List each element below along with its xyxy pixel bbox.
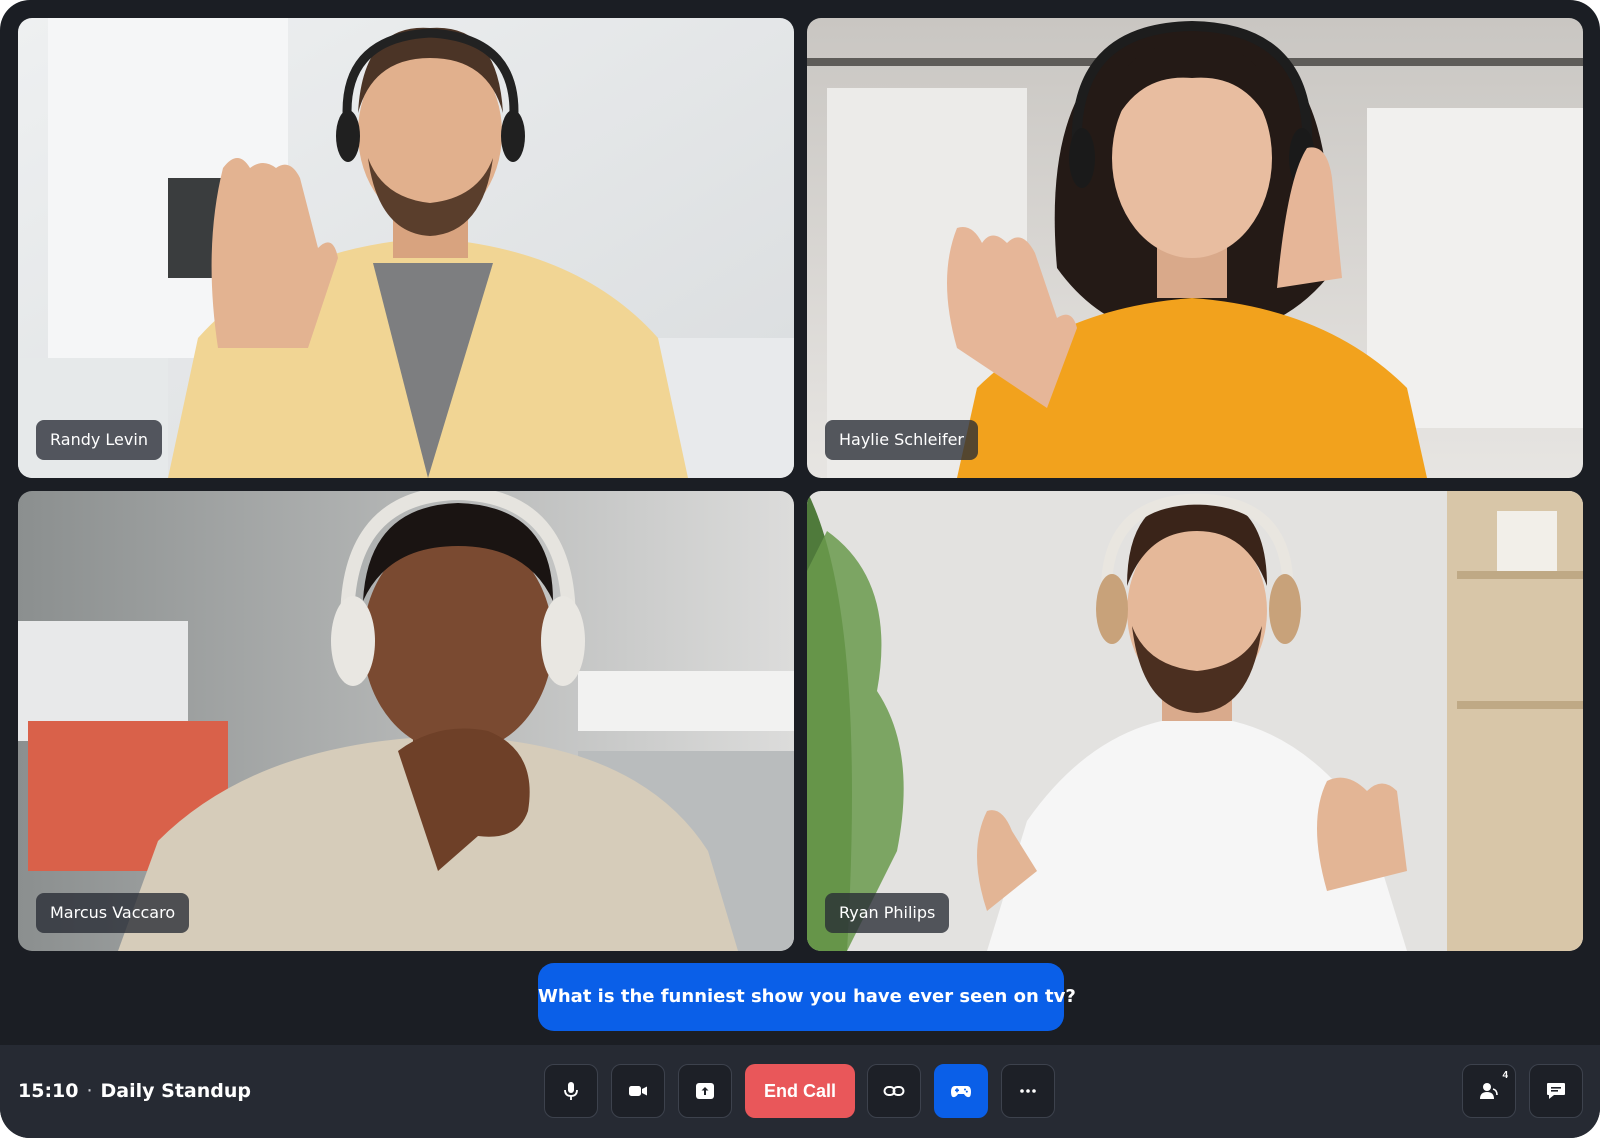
copy-link-button[interactable] [867,1064,921,1118]
meeting-separator: · [86,1080,93,1102]
meeting-time: 15:10 [18,1080,79,1102]
mute-microphone-button[interactable] [544,1064,598,1118]
participant-video-feed [807,491,1583,951]
games-button[interactable] [934,1064,988,1118]
chat-icon [1547,1083,1565,1099]
chat-button[interactable] [1529,1064,1583,1118]
toggle-camera-button[interactable] [611,1064,665,1118]
microphone-icon [564,1082,578,1100]
participant-video-feed [807,18,1583,478]
participant-tile-haylie-schleifer[interactable]: Haylie Schleifer [807,18,1583,478]
participant-video-feed [18,491,794,951]
participant-tile-ryan-philips[interactable]: Ryan Philips [807,491,1583,951]
share-screen-button[interactable] [678,1064,732,1118]
call-toolbar: 15:10 · Daily Standup End Call 4 [0,1045,1600,1138]
participant-tile-randy-levin[interactable]: Randy Levin [18,18,794,478]
camera-icon [629,1086,647,1096]
participant-name-tag: Ryan Philips [825,893,950,933]
participant-name-tag: Randy Levin [36,420,162,460]
share-screen-icon [696,1083,714,1099]
participant-video-feed [18,18,794,478]
participant-tile-marcus-vaccaro[interactable]: Marcus Vaccaro [18,491,794,951]
video-call-window: Randy Levin Haylie Schleifer Marcus Vacc… [0,0,1600,1138]
live-question-banner: What is the funniest show you have ever … [538,963,1076,1031]
meeting-title: Daily Standup [100,1080,251,1102]
participants-button[interactable]: 4 [1462,1064,1516,1118]
participants-icon [1480,1083,1498,1099]
gamepad-icon [951,1086,971,1098]
participant-name-tag: Haylie Schleifer [825,420,979,460]
participants-count-badge: 4 [1502,1070,1508,1081]
link-icon [883,1086,905,1096]
end-call-button[interactable]: End Call [745,1064,855,1118]
more-icon [1020,1089,1036,1093]
participant-name-tag: Marcus Vaccaro [36,893,190,933]
meeting-info: 15:10 · Daily Standup [18,1045,251,1138]
more-options-button[interactable] [1001,1064,1055,1118]
